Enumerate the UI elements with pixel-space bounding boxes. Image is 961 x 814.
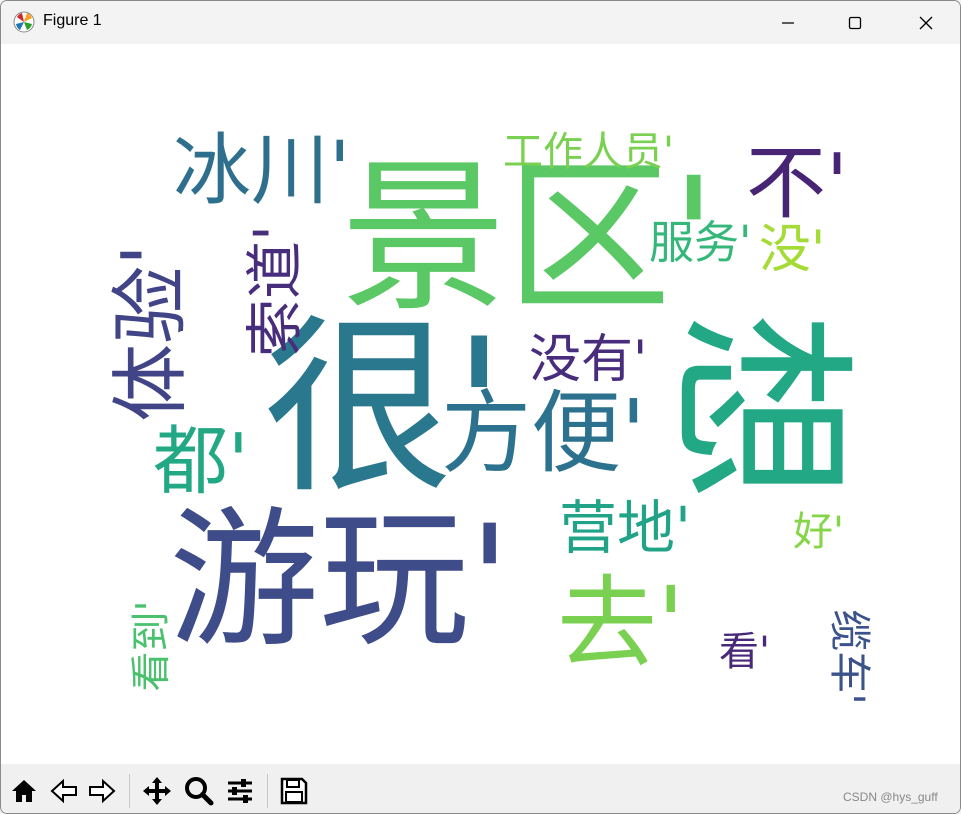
window-title: Figure 1 bbox=[43, 12, 102, 29]
matplotlib-logo-icon bbox=[13, 11, 35, 33]
close-button[interactable] bbox=[903, 1, 949, 44]
title-bar[interactable]: Figure 1 bbox=[1, 1, 960, 44]
minimize-button[interactable] bbox=[765, 1, 811, 44]
maximize-button[interactable] bbox=[832, 1, 878, 44]
back-button[interactable] bbox=[47, 774, 81, 808]
word-fangbian: 方便' bbox=[441, 381, 646, 486]
toolbar-separator bbox=[267, 774, 268, 808]
word-xiang: 想 bbox=[648, 311, 870, 503]
pan-button[interactable] bbox=[140, 774, 174, 808]
word-qu: 去' bbox=[557, 565, 685, 682]
maximize-icon bbox=[848, 16, 862, 29]
word-lanche: 缆车' bbox=[824, 609, 874, 705]
toolbar-separator bbox=[129, 774, 130, 808]
back-arrow-icon bbox=[50, 778, 77, 804]
move-icon bbox=[143, 777, 171, 805]
figure-window: Figure 1 景区' 很' 游玩' 想 不' 冰川' 体验' 索道' 方便'… bbox=[0, 0, 961, 814]
word-bu: 不' bbox=[746, 137, 848, 230]
word-fuwu: 服务' bbox=[649, 216, 752, 269]
word-dou: 都' bbox=[153, 417, 249, 505]
word-kan: 看' bbox=[719, 629, 770, 675]
word-meiyou: 没有' bbox=[529, 330, 648, 390]
forward-button[interactable] bbox=[85, 774, 119, 808]
word-tiyan: 体验' bbox=[106, 244, 197, 422]
minimize-icon bbox=[782, 21, 794, 24]
home-button[interactable] bbox=[7, 774, 41, 808]
word-youwan: 游玩' bbox=[169, 494, 511, 668]
word-gongzuorenyuan: 工作人员' bbox=[503, 129, 674, 175]
configure-subplots-button[interactable] bbox=[223, 774, 257, 808]
word-yingdi: 营地' bbox=[559, 494, 691, 562]
word-hao: 好' bbox=[793, 509, 844, 555]
forward-arrow-icon bbox=[89, 778, 116, 804]
figure-canvas[interactable]: 景区' 很' 游玩' 想 不' 冰川' 体验' 索道' 方便' 工作人员' 服务… bbox=[1, 44, 960, 764]
home-icon bbox=[12, 780, 36, 802]
magnifier-icon bbox=[185, 777, 214, 806]
word-bingchuan: 冰川' bbox=[173, 126, 351, 216]
save-button[interactable] bbox=[277, 774, 311, 808]
floppy-disk-icon bbox=[280, 777, 308, 805]
word-suodao: 索道' bbox=[240, 225, 309, 357]
zoom-button[interactable] bbox=[182, 774, 216, 808]
watermark: CSDN @hys_guff bbox=[843, 790, 938, 804]
close-icon bbox=[919, 16, 933, 29]
word-mei: 没' bbox=[759, 220, 826, 280]
word-kandao: 看到' bbox=[128, 600, 175, 692]
sliders-icon bbox=[228, 779, 252, 803]
navigation-toolbar: CSDN @hys_guff bbox=[1, 764, 960, 813]
